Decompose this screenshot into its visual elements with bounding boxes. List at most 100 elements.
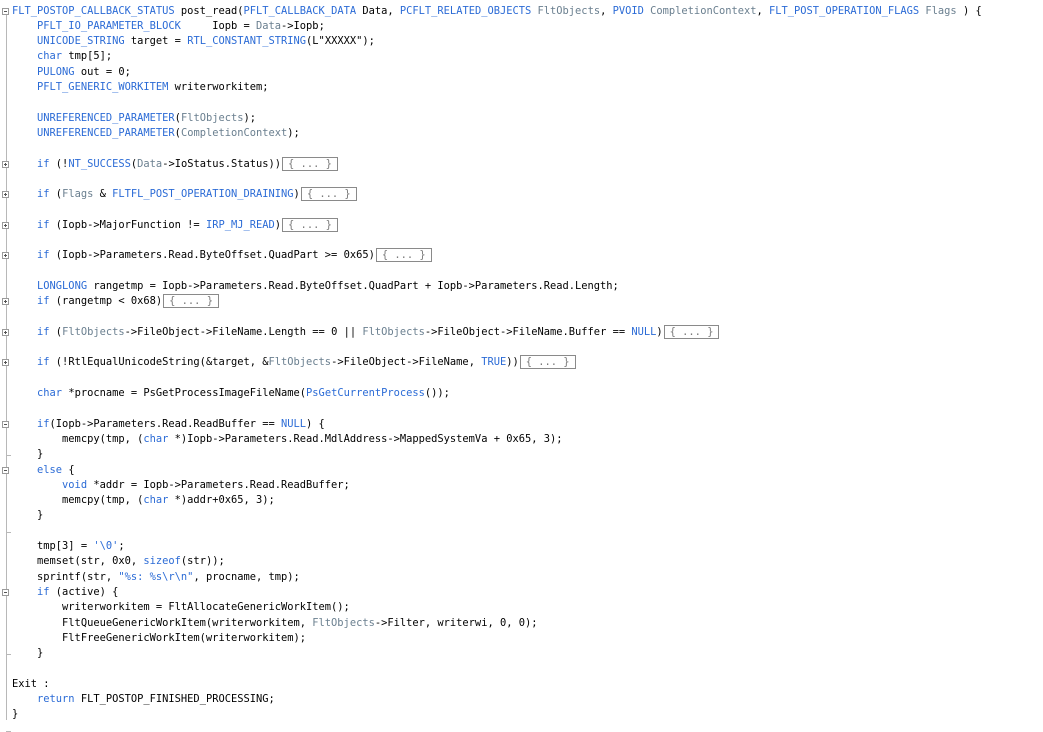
code-text: , (600, 4, 613, 17)
code-text: (str)); (180, 555, 225, 568)
code-text: writerworkitem; (168, 81, 269, 93)
code-line[interactable]: } (12, 646, 43, 661)
code-text: FltQueueGenericWorkItem(writerworkitem, (12, 616, 313, 629)
code-keyword: return (37, 693, 75, 705)
code-line[interactable]: if (rangetmp < 0x68){ ... } (12, 294, 219, 309)
code-line[interactable]: char tmp[5]; (12, 49, 112, 64)
code-line[interactable]: else { (12, 463, 75, 478)
collapsed-block-marker[interactable]: { ... } (300, 187, 357, 202)
code-text: memcpy(tmp, ( (12, 494, 144, 507)
code-line[interactable]: LONGLONG rangetmp = Iopb->Parameters.Rea… (12, 279, 619, 294)
code-line[interactable]: if (!NT_SUCCESS(Data->IoStatus.Status)){… (12, 156, 338, 172)
code-text: , procname, tmp); (193, 570, 300, 583)
code-line[interactable]: if (FltObjects->FileObject->FileName.Len… (12, 324, 720, 340)
code-line[interactable]: return FLT_POSTOP_FINISHED_PROCESSING; (12, 692, 275, 707)
collapse-icon[interactable] (2, 588, 9, 596)
code-keyword: IRP_MJ_READ (205, 218, 275, 231)
code-line[interactable]: if (!RtlEqualUnicodeString(&target, &Flt… (12, 355, 576, 370)
code-line[interactable]: UNREFERENCED_PARAMETER(FltObjects); (12, 111, 256, 126)
code-line[interactable]: FLT_POSTOP_CALLBACK_STATUS post_read(PFL… (12, 4, 982, 19)
code-line[interactable]: if(Iopb->Parameters.Read.ReadBuffer == N… (12, 417, 325, 432)
code-keyword: PFLT_GENERIC_WORKITEM (37, 81, 169, 93)
expand-icon[interactable] (2, 328, 9, 336)
code-text: } (12, 647, 44, 660)
code-identifier: FltObjects (268, 356, 332, 369)
collapsed-block-marker[interactable]: { ... } (663, 324, 720, 339)
expand-icon[interactable] (2, 359, 9, 367)
code-keyword: NT_SUCCESS (68, 157, 131, 170)
code-line[interactable]: writerworkitem = FltAllocateGenericWorkI… (12, 600, 350, 615)
code-keyword: PVOID (612, 4, 644, 17)
code-line[interactable]: memset(str, 0x0, sizeof(str)); (12, 554, 225, 569)
collapsed-block-marker[interactable]: { ... } (519, 355, 576, 370)
code-keyword: PFLT_IO_PARAMETER_BLOCK (37, 19, 181, 32)
code-line[interactable]: PFLT_IO_PARAMETER_BLOCK Iopb = Data->Iop… (12, 19, 325, 34)
code-text: out = 0; (74, 65, 131, 78)
code-line[interactable]: FltQueueGenericWorkItem(writerworkitem, … (12, 616, 537, 631)
code-text: ); (287, 126, 300, 139)
code-line[interactable]: } (12, 447, 43, 462)
code-text: FltFreeGenericWorkItem(writerworkitem); (12, 631, 307, 644)
code-text: } (12, 708, 19, 721)
expand-icon[interactable] (2, 191, 9, 199)
code-line[interactable]: if (Iopb->MajorFunction != IRP_MJ_READ){… (12, 217, 338, 233)
collapsed-block-marker[interactable]: { ... } (282, 217, 338, 232)
code-identifier: FltObjects (312, 616, 375, 629)
code-text: (rangetmp < 0x68) (49, 295, 163, 308)
code-line[interactable]: char *procname = PsGetProcessImageFileNa… (12, 386, 450, 401)
code-line[interactable]: tmp[3] = '\0'; (12, 539, 125, 554)
code-keyword: char (37, 387, 63, 399)
code-text: , (756, 4, 770, 17)
code-text: rangetmp = Iopb->Parameters.Read.ByteOff… (87, 279, 619, 292)
code-line[interactable]: sprintf(str, "%s: %s\r\n", procname, tmp… (12, 570, 300, 585)
code-line[interactable]: if (Flags & FLTFL_POST_OPERATION_DRAININ… (12, 187, 357, 202)
code-text: ) { (306, 417, 325, 430)
code-line[interactable]: void *addr = Iopb->Parameters.Read.ReadB… (12, 478, 350, 493)
code-line[interactable]: } (12, 508, 43, 523)
code-identifier: Data (137, 157, 163, 170)
code-keyword: UNREFERENCED_PARAMETER (37, 126, 175, 139)
code-line[interactable]: PULONG out = 0; (12, 65, 131, 80)
expand-icon[interactable] (2, 298, 9, 306)
code-text: memcpy(tmp, ( (12, 432, 144, 445)
code-text: sprintf(str, (12, 570, 119, 583)
code-text: )) (506, 356, 519, 369)
collapse-icon[interactable] (2, 420, 9, 428)
code-text: ) (656, 325, 663, 338)
code-line[interactable]: memcpy(tmp, (char *)addr+0x65, 3); (12, 493, 275, 508)
expand-icon[interactable] (2, 160, 9, 168)
code-text: { (62, 463, 75, 476)
code-line[interactable]: Exit : (12, 677, 50, 692)
code-line[interactable]: PFLT_GENERIC_WORKITEM writerworkitem; (12, 80, 269, 95)
code-line[interactable]: FltFreeGenericWorkItem(writerworkitem); (12, 631, 306, 646)
code-editor[interactable]: FLT_POSTOP_CALLBACK_STATUS post_read(PFL… (0, 0, 1043, 732)
expand-icon[interactable] (2, 252, 9, 260)
code-keyword: if (37, 188, 50, 201)
code-line[interactable]: UNREFERENCED_PARAMETER(CompletionContext… (12, 126, 300, 141)
code-text: ( (49, 325, 63, 338)
code-text: ) { (956, 4, 982, 17)
code-line[interactable]: UNICODE_STRING target = RTL_CONSTANT_STR… (12, 34, 375, 49)
collapse-icon[interactable] (2, 7, 9, 15)
collapse-icon[interactable] (2, 466, 9, 474)
collapsed-block-marker[interactable]: { ... } (282, 156, 338, 171)
code-line[interactable]: if (active) { (12, 585, 118, 600)
code-keyword: NULL (631, 325, 657, 338)
collapsed-block-marker[interactable]: { ... } (163, 294, 219, 309)
expand-icon[interactable] (2, 221, 9, 229)
code-line[interactable]: memcpy(tmp, (char *)Iopb->Parameters.Rea… (12, 432, 562, 447)
code-text: ) (274, 218, 282, 231)
code-line[interactable]: if (Iopb->Parameters.Read.ByteOffset.Qua… (12, 248, 432, 263)
code-keyword: PsGetCurrentProcess (306, 387, 425, 399)
collapsed-block-marker[interactable]: { ... } (375, 248, 432, 263)
code-line[interactable]: } (12, 707, 18, 722)
code-text: FLT_POSTOP_FINISHED_PROCESSING; (74, 693, 275, 705)
code-keyword: FLT_POSTOP_CALLBACK_STATUS (12, 4, 175, 17)
